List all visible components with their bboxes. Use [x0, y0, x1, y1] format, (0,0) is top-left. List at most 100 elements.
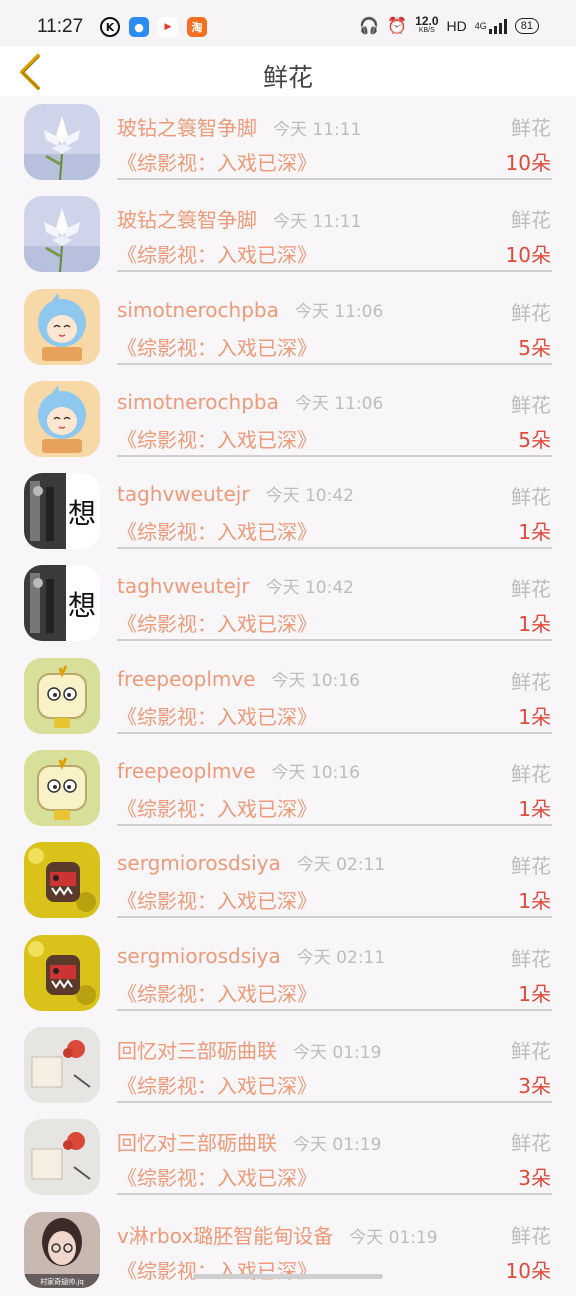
taobao-app-icon: 淘 [187, 17, 207, 37]
list-item[interactable]: 玻钻之簑智争脚 今天 11:11 鲜花 《综影视：入戏已深》 10朵 [0, 96, 576, 188]
divider [117, 547, 552, 550]
book-title[interactable]: 《综影视：入戏已深》 [117, 1162, 317, 1191]
list-item[interactable]: 想 taghvweutejr 今天 10:42 鲜花 《综影视：入戏已深》 1朵 [0, 465, 576, 557]
gift-count: 1朵 [518, 704, 551, 729]
gift-count: 1朵 [518, 889, 551, 914]
timestamp: 今天 01:19 [293, 1135, 382, 1156]
gift-count: 3朵 [518, 1073, 551, 1098]
avatar[interactable] [24, 750, 100, 827]
status-app-icons: K ● ▶ 淘 [100, 17, 207, 37]
divider [117, 362, 552, 365]
book-title[interactable]: 《综影视：入戏已深》 [117, 424, 317, 453]
anime-girl-icon [24, 288, 100, 365]
list-item[interactable]: 回忆对三部砺曲联 今天 01:19 鲜花 《综影视：入戏已深》 3朵 [0, 1111, 576, 1203]
timestamp: 今天 02:11 [296, 855, 386, 876]
avatar[interactable]: 想 [24, 473, 100, 550]
gift-count: 5朵 [518, 335, 551, 360]
list-item[interactable]: 回忆对三部砺曲联 今天 01:19 鲜花 《综影视：入戏已深》 3朵 [0, 1019, 576, 1111]
network-speed: 12.0 KB/S [415, 14, 439, 34]
user-name: freepeoplmve 今天 10:16 [117, 666, 360, 691]
timestamp: 今天 11:06 [294, 393, 384, 414]
book-title[interactable]: 《综影视：入戏已深》 [117, 701, 317, 730]
avatar[interactable] [24, 104, 100, 180]
divider [117, 270, 552, 273]
home-indicator[interactable] [193, 1274, 383, 1279]
list-item[interactable]: sergmiorosdsiya 今天 02:11 鲜花 《综影视：入戏已深》 1朵 [0, 834, 576, 926]
cartoon-creature-icon [24, 657, 100, 734]
book-title[interactable]: 《综影视：入戏已深》 [117, 793, 317, 822]
gift-type: 鲜花 [511, 854, 551, 879]
book-title[interactable]: 《综影视：入戏已深》 [117, 239, 317, 268]
lily-flower-icon [24, 196, 100, 273]
gift-type: 鲜花 [511, 208, 551, 233]
alarm-icon: ⏰ [387, 18, 408, 35]
street-photo-icon: 想 [24, 565, 100, 642]
book-title[interactable]: 《综影视：入戏已深》 [117, 332, 317, 361]
avatar[interactable] [24, 1026, 100, 1103]
user-name: taghvweutejr 今天 10:42 [117, 574, 354, 599]
avatar-caption: 村家奇翅帅.jq [40, 1277, 84, 1286]
avatar[interactable] [24, 657, 100, 734]
timestamp: 今天 10:16 [271, 763, 360, 784]
user-name: 玻钻之簑智争脚 今天 11:11 [117, 208, 362, 233]
book-title[interactable]: 《综影视：入戏已深》 [117, 516, 317, 545]
book-title[interactable]: 《综影视：入戏已深》 [117, 147, 317, 176]
chat-app-icon: ● [129, 17, 149, 37]
gift-type: 鲜花 [511, 669, 551, 694]
timestamp: 今天 11:11 [273, 120, 362, 140]
gift-count: 3朵 [518, 1166, 551, 1191]
avatar[interactable] [24, 934, 100, 1011]
gift-type: 鲜花 [511, 1223, 551, 1248]
monster-figure-icon [24, 842, 100, 919]
timestamp: 今天 01:19 [293, 1042, 382, 1063]
list-item[interactable]: freepeoplmve 今天 10:16 鲜花 《综影视：入戏已深》 1朵 [0, 742, 576, 834]
book-title[interactable]: 《综影视：入戏已深》 [117, 885, 317, 914]
timestamp: 今天 10:42 [265, 486, 354, 507]
avatar[interactable] [24, 842, 100, 919]
signal-icon [488, 18, 507, 34]
avatar[interactable] [24, 380, 100, 457]
avatar[interactable] [24, 288, 100, 365]
list-item[interactable]: sergmiorosdsiya 今天 02:11 鲜花 《综影视：入戏已深》 1朵 [0, 927, 576, 1019]
avatar-character: 想 [68, 589, 96, 622]
gift-type: 鲜花 [511, 762, 551, 787]
gift-type: 鲜花 [511, 392, 551, 417]
gift-type: 鲜花 [511, 577, 551, 602]
book-title[interactable]: 《综影视：入戏已深》 [117, 608, 317, 637]
gift-count: 1朵 [518, 612, 551, 637]
list-item[interactable]: 玻钻之簑智争脚 今天 11:11 鲜花 《综影视：入戏已深》 10朵 [0, 188, 576, 280]
page-title: 鲜花 [262, 63, 313, 92]
user-name: simotnerochpba 今天 11:06 [117, 297, 384, 322]
list-item[interactable]: simotnerochpba 今天 11:06 鲜花 《综影视：入戏已深》 5朵 [0, 373, 576, 465]
lily-flower-icon [24, 104, 100, 180]
avatar[interactable]: 村家奇翅帅.jq [24, 1211, 100, 1288]
book-title[interactable]: 《综影视：入戏已深》 [117, 978, 317, 1007]
avatar[interactable]: 想 [24, 565, 100, 642]
status-time: 11:27 [37, 16, 84, 37]
avatar[interactable] [24, 196, 100, 273]
timestamp: 今天 01:19 [349, 1227, 438, 1248]
list-item[interactable]: 想 taghvweutejr 今天 10:42 鲜花 《综影视：入戏已深》 1朵 [0, 557, 576, 649]
user-name: taghvweutejr 今天 10:42 [117, 482, 354, 507]
timestamp: 今天 11:06 [294, 301, 384, 322]
list-item[interactable]: simotnerochpba 今天 11:06 鲜花 《综影视：入戏已深》 5朵 [0, 281, 576, 373]
still-life-photo-icon [24, 1026, 100, 1103]
divider [117, 178, 552, 180]
gift-count: 10朵 [505, 151, 551, 175]
portrait-photo-icon: 村家奇翅帅.jq [24, 1211, 100, 1288]
gift-type: 鲜花 [511, 116, 551, 140]
gift-count: 10朵 [505, 243, 551, 268]
youku-app-icon: ▶ [158, 17, 178, 37]
header-bar: 鲜花 [0, 46, 576, 96]
timestamp: 今天 11:11 [273, 212, 362, 233]
user-name: simotnerochpba 今天 11:06 [117, 389, 384, 414]
list-item[interactable]: freepeoplmve 今天 10:16 鲜花 《综影视：入戏已深》 1朵 [0, 650, 576, 742]
flower-gift-list: 玻钻之簑智争脚 今天 11:11 鲜花 《综影视：入戏已深》 10朵 玻钻之簑智争… [0, 96, 576, 1296]
list-item[interactable]: 村家奇翅帅.jq v淋rbox璐胚智能甸设备 今天 01:19 鲜花 《综影视：入… [0, 1204, 576, 1296]
anime-girl-icon [24, 380, 100, 457]
book-title[interactable]: 《综影视：入戏已深》 [117, 1255, 317, 1284]
book-title[interactable]: 《综影视：入戏已深》 [117, 1070, 317, 1099]
gift-count: 5朵 [518, 427, 551, 452]
divider [117, 639, 552, 642]
avatar[interactable] [24, 1119, 100, 1196]
